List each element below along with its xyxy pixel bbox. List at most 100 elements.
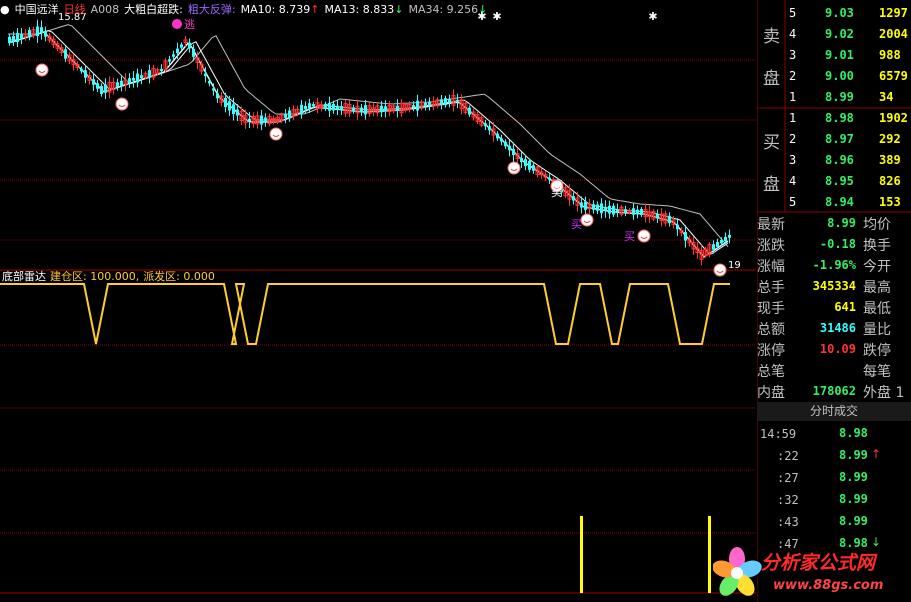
stat-key: 现手	[757, 301, 785, 317]
level: 4	[789, 174, 797, 188]
candle-body	[728, 234, 731, 238]
tick-row[interactable]: :22 8.99 ↑	[757, 445, 911, 467]
smiley-signal-icon	[269, 127, 283, 141]
smiley-signal-icon	[115, 97, 129, 111]
stat-value: 10.09	[819, 342, 856, 356]
volume: 1297	[879, 6, 908, 20]
candle-body	[204, 73, 207, 77]
buy-row[interactable]: 1 8.98 1902	[757, 108, 911, 129]
stat-key-2: 量比	[863, 322, 891, 338]
level: 2	[789, 69, 797, 83]
candle-body	[44, 31, 47, 37]
tick-row[interactable]: :32 8.99	[757, 489, 911, 511]
signal-bar	[708, 516, 711, 593]
stat-key: 内盘	[757, 385, 785, 401]
tick-row[interactable]: :43 8.99	[757, 511, 911, 533]
buy-signal-label: 买	[624, 230, 635, 243]
tick-price: 8.99	[839, 514, 868, 528]
volume: 34	[879, 90, 894, 104]
candle-body	[116, 82, 119, 87]
sell-row[interactable]: 5 9.03 1297	[757, 3, 911, 24]
candle-body	[180, 44, 183, 48]
app-menu-icon[interactable]: ●	[0, 3, 10, 16]
buy-row[interactable]: 4 8.95 826	[757, 171, 911, 192]
sell-row[interactable]: 1 8.99 34	[757, 87, 911, 108]
stat-value: 8.99	[827, 216, 856, 230]
stat-key: 涨跌	[757, 238, 785, 254]
candle-body	[288, 110, 291, 119]
volume: 389	[879, 153, 901, 167]
period-label[interactable]: 日线	[64, 3, 86, 16]
ma13-arrow-icon: ↓	[394, 3, 404, 16]
chart-canvas[interactable]: ✱ ✱ ✱15.8719逃买买买	[0, 0, 756, 602]
candle-body	[248, 118, 251, 122]
tick-row[interactable]: :27 8.99	[757, 467, 911, 489]
sell-row[interactable]: 3 9.01 988	[757, 45, 911, 66]
formula-label-2: 粗大反弹:	[187, 3, 236, 16]
candle-body	[128, 78, 131, 84]
price: 8.97	[825, 132, 854, 146]
candle-body	[120, 80, 123, 86]
buy-signal-label: 买	[571, 218, 582, 231]
level: 2	[789, 132, 797, 146]
volume: 988	[879, 48, 901, 62]
candle-body	[64, 49, 67, 59]
logo-url: www.88gs.com	[773, 578, 884, 593]
volume: 292	[879, 132, 901, 146]
tick-time: :43	[777, 515, 799, 529]
candle-body	[224, 97, 227, 108]
tick-list-title[interactable]: 分时成交	[757, 402, 911, 421]
candle-body	[632, 208, 635, 215]
candle-body	[384, 106, 387, 112]
candle-body	[8, 36, 11, 44]
candle-body	[524, 159, 527, 167]
candle-body	[600, 203, 603, 214]
tick-price: 8.98	[839, 426, 868, 440]
buy-row[interactable]: 3 8.96 389	[757, 150, 911, 171]
smiley-signal-icon	[580, 213, 594, 227]
candle-body	[300, 104, 303, 114]
stat-value: 31486	[819, 321, 856, 335]
candle-body	[140, 75, 143, 79]
candle-body	[712, 244, 715, 250]
candle-body	[168, 59, 171, 62]
stat-row: 涨跌 -0.18 换手	[757, 234, 911, 255]
candle-body	[172, 54, 175, 57]
quote-panel: 卖 盘 买 盘 5 9.03 1297 4 9.02 2004 3 9.01 988 2 9.00 6…	[757, 0, 911, 602]
volume: 826	[879, 174, 901, 188]
logo-name: 分析家公式网	[761, 552, 876, 574]
sell-row[interactable]: 4 9.02 2004	[757, 24, 911, 45]
ma34-label: MA34: 9.256↓	[408, 3, 488, 16]
chart-area[interactable]: ✱ ✱ ✱ 15.87 19 逃买买买 ● 中国远洋 日线 A008 大粗白超跌: 粗大反弹: MA1…	[0, 0, 756, 602]
candle-body	[612, 205, 615, 215]
stat-key-2: 均价	[863, 217, 891, 233]
candle-body	[84, 70, 87, 78]
candle-body	[572, 196, 575, 201]
candle-body	[304, 105, 307, 110]
candle-body	[16, 32, 19, 43]
smiley-signal-icon	[713, 263, 727, 277]
candle-body	[20, 34, 23, 39]
tick-row[interactable]: 14:59 8.98	[757, 423, 911, 445]
stat-value: 641	[834, 300, 856, 314]
price: 8.98	[825, 111, 854, 125]
sell-row[interactable]: 2 9.00 6579	[757, 66, 911, 87]
candle-body	[496, 133, 499, 139]
buy-row[interactable]: 5 8.94 153	[757, 192, 911, 213]
candle-body	[512, 148, 515, 156]
signal-bar	[580, 516, 583, 593]
candle-body	[488, 126, 491, 131]
formula-label-1: 大粗白超跌:	[124, 3, 183, 16]
stat-key: 最新	[757, 217, 785, 233]
candle-body	[724, 236, 727, 242]
build-zone-line	[0, 283, 730, 345]
candle-body	[580, 202, 583, 208]
chart-header: ● 中国远洋 日线 A008 大粗白超跌: 粗大反弹: MA10: 8.739↑ MA13: …	[0, 2, 492, 18]
stat-value: 345334	[812, 279, 856, 293]
candle-body	[448, 98, 451, 104]
buy-row[interactable]: 2 8.97 292	[757, 129, 911, 150]
candle-body	[504, 141, 507, 147]
site-logo: 分析家公式网 www.88gs.com	[713, 543, 911, 602]
candle-body	[676, 224, 679, 230]
smiley-signal-icon	[35, 63, 49, 77]
